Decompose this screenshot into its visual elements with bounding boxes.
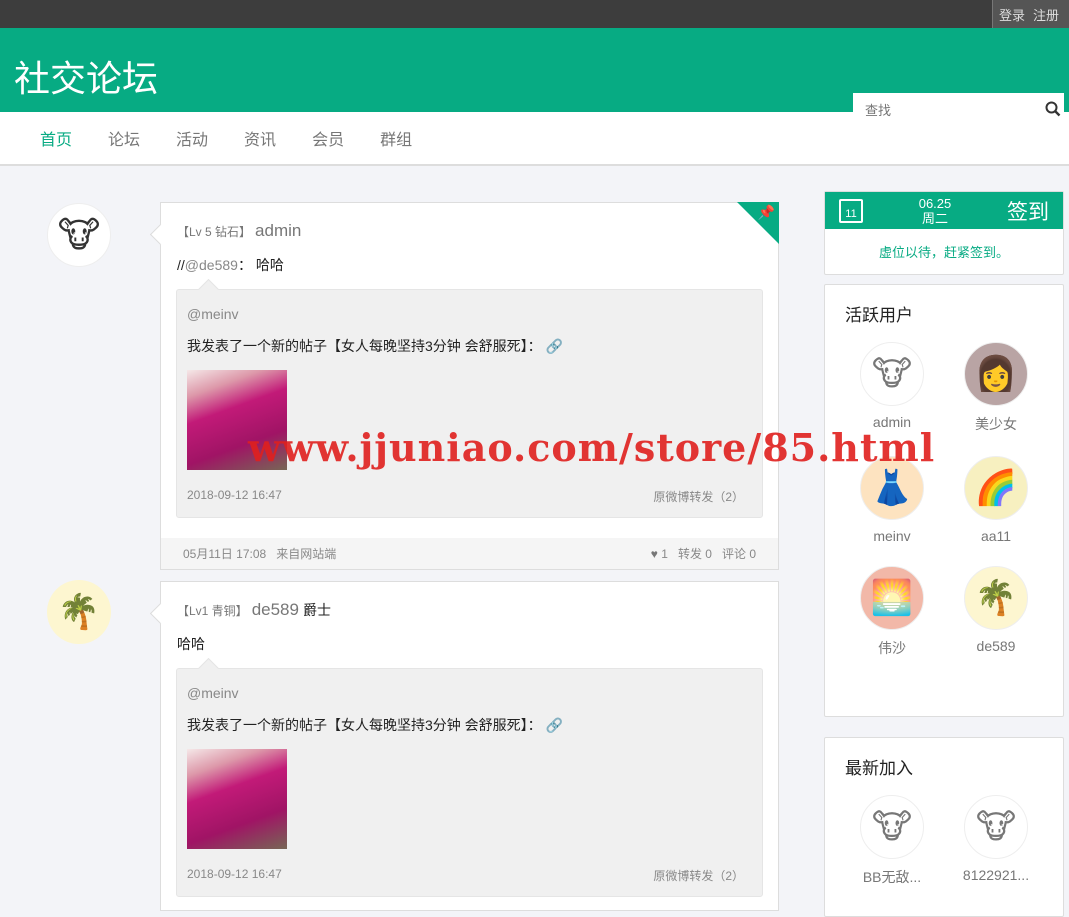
sign-message: 虚位以待，赶紧签到。 <box>878 245 1009 260</box>
link-icon[interactable]: 🔗 <box>546 338 563 354</box>
nav-members[interactable]: 会员 <box>312 126 344 150</box>
top-bar: 登录 注册 <box>0 0 1069 28</box>
original-forward-link[interactable]: 原微博转发（2） <box>653 488 744 505</box>
user-level: 【Lv1 青铜】 <box>177 604 248 618</box>
post-source: 来自网站端 <box>276 547 337 561</box>
calendar-icon: 11 <box>839 198 863 223</box>
quoted-user[interactable]: @meinv <box>187 306 752 322</box>
post-date: 05月11日 17:08 <box>183 547 267 561</box>
user-item[interactable]: 🌅 伟沙 <box>840 566 944 658</box>
user-item[interactable]: 🐮 admin <box>840 342 944 434</box>
user-name[interactable]: admin <box>255 221 301 240</box>
avatar: 🐮 <box>860 342 924 406</box>
post-text: ： 哈哈 <box>237 257 284 273</box>
sign-date: 06.25 <box>918 195 952 211</box>
user-item[interactable]: 🐮 BB无敌... <box>840 795 944 887</box>
new-users-card: 最新加入 🐮 BB无敌... 🐮 8122921... <box>824 737 1064 917</box>
link-icon[interactable]: 🔗 <box>546 717 563 733</box>
user-item[interactable]: 👩 美少女 <box>944 342 1048 434</box>
user-item[interactable]: 🌴 de589 <box>944 566 1048 658</box>
heart-icon[interactable]: ♥ <box>651 547 658 561</box>
nav-news[interactable]: 资讯 <box>244 126 276 150</box>
new-users-title: 最新加入 <box>845 759 913 778</box>
user-title: 爵士 <box>302 602 331 618</box>
repost-prefix: // <box>177 257 185 273</box>
avatar: 👩 <box>964 342 1028 406</box>
nav-forum[interactable]: 论坛 <box>108 126 140 150</box>
post-text: 哈哈 <box>177 636 205 652</box>
sign-weekday: 周二 <box>921 210 948 226</box>
search-icon[interactable] <box>1041 101 1064 120</box>
original-forward-link[interactable]: 原微博转发（2） <box>653 867 744 884</box>
avatar: 🌈 <box>964 456 1028 520</box>
mention-link[interactable]: @de589 <box>185 257 238 273</box>
sign-in-button[interactable]: 签到 <box>1007 196 1049 226</box>
sign-in-card: 11 06.25 周二 签到 虚位以待，赶紧签到。 <box>824 191 1064 275</box>
search-input[interactable] <box>853 102 1041 118</box>
login-link[interactable]: 登录 <box>999 5 1025 24</box>
active-users-title: 活跃用户 <box>845 306 913 325</box>
quoted-text: 我发表了一个新的帖子【女人每晚坚持3分钟 会舒服死】： <box>187 717 542 733</box>
quoted-user[interactable]: @meinv <box>187 685 752 701</box>
nav-events[interactable]: 活动 <box>176 126 208 150</box>
avatar: 🌴 <box>964 566 1028 630</box>
avatar: 🌅 <box>860 566 924 630</box>
like-count[interactable]: 1 <box>661 547 668 561</box>
forward-button[interactable]: 转发 0 <box>678 547 712 561</box>
active-users-card: 活跃用户 🐮 admin 👩 美少女 👗 meinv 🌈 aa11 🌅 伟沙 🌴 de589 <box>824 284 1064 717</box>
post-card: 【Lv1 青铜】 de589 爵士 哈哈 @meinv 我发表了一个新的帖子【女人每… <box>160 581 779 911</box>
avatar[interactable]: 🌴 <box>47 580 111 644</box>
watermark: www.jjuniao.com/store/85.html <box>248 425 936 470</box>
pin-icon: 📌 <box>757 204 775 220</box>
quoted-date: 2018-09-12 16:47 <box>187 488 282 502</box>
search-box <box>853 93 1064 127</box>
quoted-text: 我发表了一个新的帖子【女人每晚坚持3分钟 会舒服死】： <box>187 338 542 354</box>
user-name[interactable]: de589 <box>252 600 299 619</box>
avatar: 🐮 <box>860 795 924 859</box>
post-image[interactable] <box>187 749 287 849</box>
avatar: 🐮 <box>964 795 1028 859</box>
header: 社交论坛 <box>0 28 1069 127</box>
register-link[interactable]: 注册 <box>1033 5 1059 24</box>
pinned-badge: 📌 <box>737 202 779 244</box>
user-item[interactable]: 🌈 aa11 <box>944 456 1048 544</box>
nav-groups[interactable]: 群组 <box>380 126 412 150</box>
comment-button[interactable]: 评论 0 <box>722 547 756 561</box>
user-level: 【Lv 5 钻石】 <box>177 225 252 239</box>
post-card: 📌 【Lv 5 钻石】 admin //@de589： 哈哈 @meinv 我发表… <box>160 202 779 570</box>
site-logo[interactable]: 社交论坛 <box>14 50 158 102</box>
user-item[interactable]: 🐮 8122921... <box>944 795 1048 887</box>
quoted-date: 2018-09-12 16:47 <box>187 867 282 881</box>
quoted-post: @meinv 我发表了一个新的帖子【女人每晚坚持3分钟 会舒服死】： 🔗 201… <box>176 668 763 897</box>
nav-home[interactable]: 首页 <box>40 126 72 150</box>
avatar[interactable]: 🐮 <box>47 203 111 267</box>
quoted-post: @meinv 我发表了一个新的帖子【女人每晚坚持3分钟 会舒服死】： 🔗 201… <box>176 289 763 518</box>
